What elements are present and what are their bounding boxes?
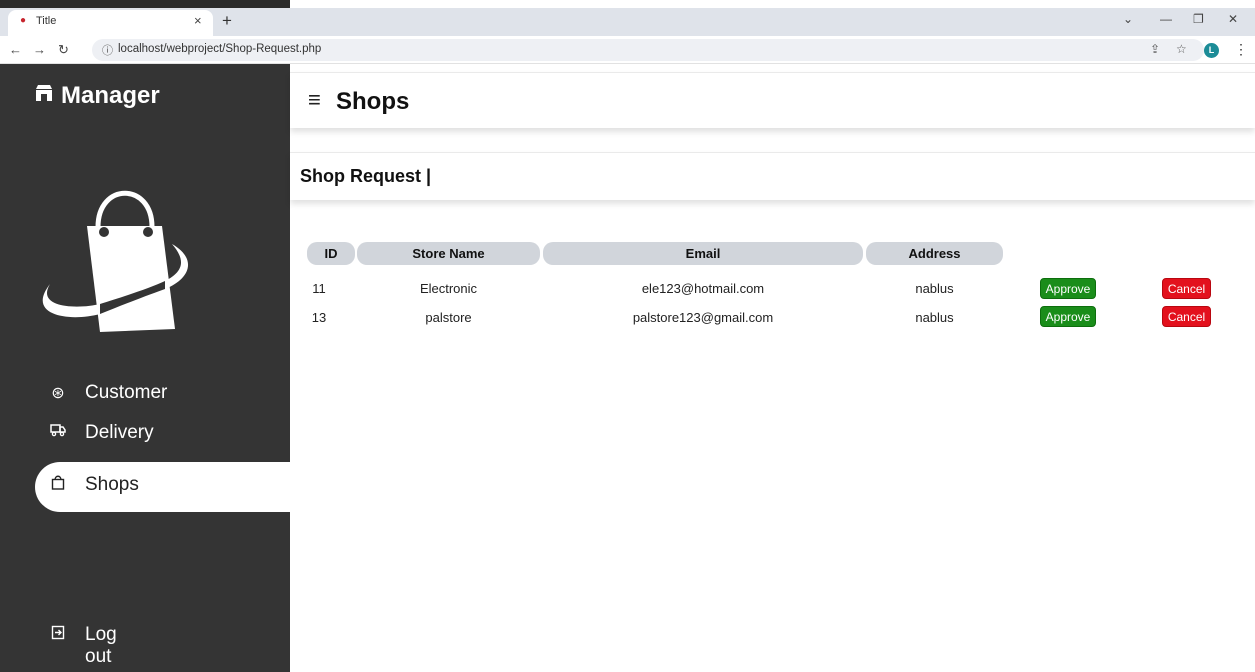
cell-address: nablus — [915, 281, 954, 296]
window-top-strip-dark — [0, 0, 290, 8]
favicon-icon: ● — [20, 15, 27, 26]
profile-avatar[interactable]: L — [1204, 43, 1219, 58]
tab-title: Title — [36, 15, 57, 27]
logout-icon — [49, 625, 67, 645]
user-circle-icon: ⊛ — [51, 385, 65, 402]
truck-icon — [49, 423, 67, 442]
page-title: Shops — [336, 88, 410, 115]
column-header-email: Email — [543, 242, 863, 265]
back-icon[interactable]: ← — [9, 42, 22, 57]
sidebar: Manager ⊛ Customer Delivery Shops Log ou… — [0, 64, 290, 672]
browser-tab-bar: ● Title × + ⌄ — ❐ ✕ — [0, 8, 1255, 36]
cancel-button[interactable]: Cancel — [1162, 306, 1211, 327]
browser-tab[interactable]: ● Title × — [8, 10, 213, 36]
logout-label: Log out — [85, 624, 117, 667]
address-bar: ← → ↻ ⓘ localhost/webproject/Shop-Reques… — [0, 36, 1255, 64]
cell-address: nablus — [915, 310, 954, 325]
store-icon — [33, 82, 55, 110]
column-header-id: ID — [307, 242, 355, 265]
sidebar-item-shops[interactable]: Shops — [35, 462, 290, 512]
cell-id: 11 — [312, 281, 326, 296]
column-header-address: Address — [866, 242, 1003, 265]
site-info-icon[interactable]: ⓘ — [102, 42, 113, 58]
page-header: ≡ Shops — [290, 72, 1255, 128]
tab-search-icon[interactable]: ⌄ — [1123, 12, 1133, 26]
close-window-icon[interactable]: ✕ — [1228, 12, 1238, 26]
brand-title: Manager — [61, 82, 160, 109]
cell-id: 13 — [311, 310, 327, 325]
new-tab-icon[interactable]: + — [222, 11, 232, 31]
shopping-bag-logo-icon — [42, 190, 189, 332]
url-text: localhost/webproject/Shop-Request.php — [118, 43, 322, 55]
cell-store-name: Electronic — [419, 281, 478, 296]
reload-icon[interactable]: ↻ — [58, 42, 69, 58]
cell-email: palstore123@gmail.com — [632, 310, 774, 325]
column-header-store-name: Store Name — [357, 242, 540, 265]
sidebar-item-label: Shops — [85, 474, 139, 495]
approve-button[interactable]: Approve — [1040, 306, 1096, 327]
forward-icon[interactable]: → — [33, 42, 46, 57]
minimize-icon[interactable]: — — [1160, 12, 1172, 26]
tab-close-icon[interactable]: × — [194, 13, 202, 28]
cancel-button[interactable]: Cancel — [1162, 278, 1211, 299]
sidebar-item-label: Customer — [85, 382, 168, 403]
section-header: Shop Request | — [290, 152, 1255, 200]
cell-store-name: palstore — [425, 310, 472, 325]
sidebar-item-label: Delivery — [85, 422, 154, 443]
section-title: Shop Request | — [300, 166, 432, 186]
brand: Manager — [33, 82, 160, 110]
cell-email: ele123@hotmail.com — [641, 281, 765, 296]
url-input[interactable]: ⓘ localhost/webproject/Shop-Request.php … — [92, 39, 1204, 61]
restore-icon[interactable]: ❐ — [1193, 12, 1204, 26]
shopping-bag-icon — [49, 475, 67, 495]
bookmark-star-icon[interactable]: ☆ — [1176, 42, 1187, 56]
browser-menu-icon[interactable]: ⋮ — [1234, 41, 1248, 58]
hamburger-menu-icon[interactable]: ≡ — [308, 87, 321, 113]
approve-button[interactable]: Approve — [1040, 278, 1096, 299]
window-top-strip — [0, 0, 1255, 8]
share-icon[interactable]: ⇪ — [1150, 42, 1160, 56]
